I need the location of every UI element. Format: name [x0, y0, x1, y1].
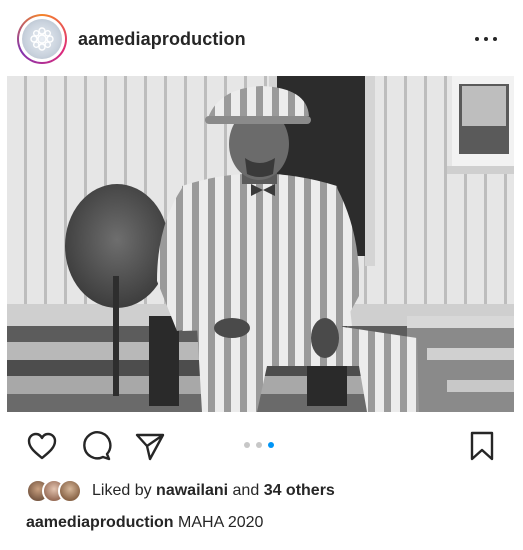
caption-username[interactable]: aamediaproduction — [26, 514, 174, 531]
liker-avatar — [58, 479, 82, 503]
post-username[interactable]: aamediaproduction — [78, 29, 246, 50]
carousel-dot — [244, 442, 250, 448]
profile-avatar[interactable] — [17, 14, 67, 64]
carousel-dot — [256, 442, 262, 448]
caption-text: MAHA 2020 — [178, 514, 264, 531]
heart-icon[interactable] — [26, 430, 58, 462]
more-options-icon[interactable] — [475, 30, 497, 48]
likes-user[interactable]: nawailani — [156, 482, 228, 499]
likes-conjunction: and — [232, 482, 260, 499]
post-caption: aamediaproduction MAHA 2020 — [26, 514, 263, 532]
post-header: aamediaproduction — [0, 0, 523, 78]
likes-text[interactable]: Liked by nawailani and 34 others — [92, 482, 335, 500]
carousel-indicator — [244, 442, 274, 448]
likes-row: Liked by nawailani and 34 others — [26, 478, 335, 504]
bookmark-icon[interactable] — [466, 430, 498, 462]
likes-prefix: Liked by — [92, 482, 152, 499]
comment-bubble-icon[interactable] — [80, 430, 112, 462]
likes-others[interactable]: 34 others — [264, 482, 335, 499]
carousel-dot-active — [268, 442, 274, 448]
paper-plane-icon[interactable] — [134, 430, 166, 462]
liker-avatars[interactable] — [26, 479, 86, 503]
avatar-logo-icon — [22, 19, 62, 59]
post-photo[interactable] — [7, 76, 514, 412]
